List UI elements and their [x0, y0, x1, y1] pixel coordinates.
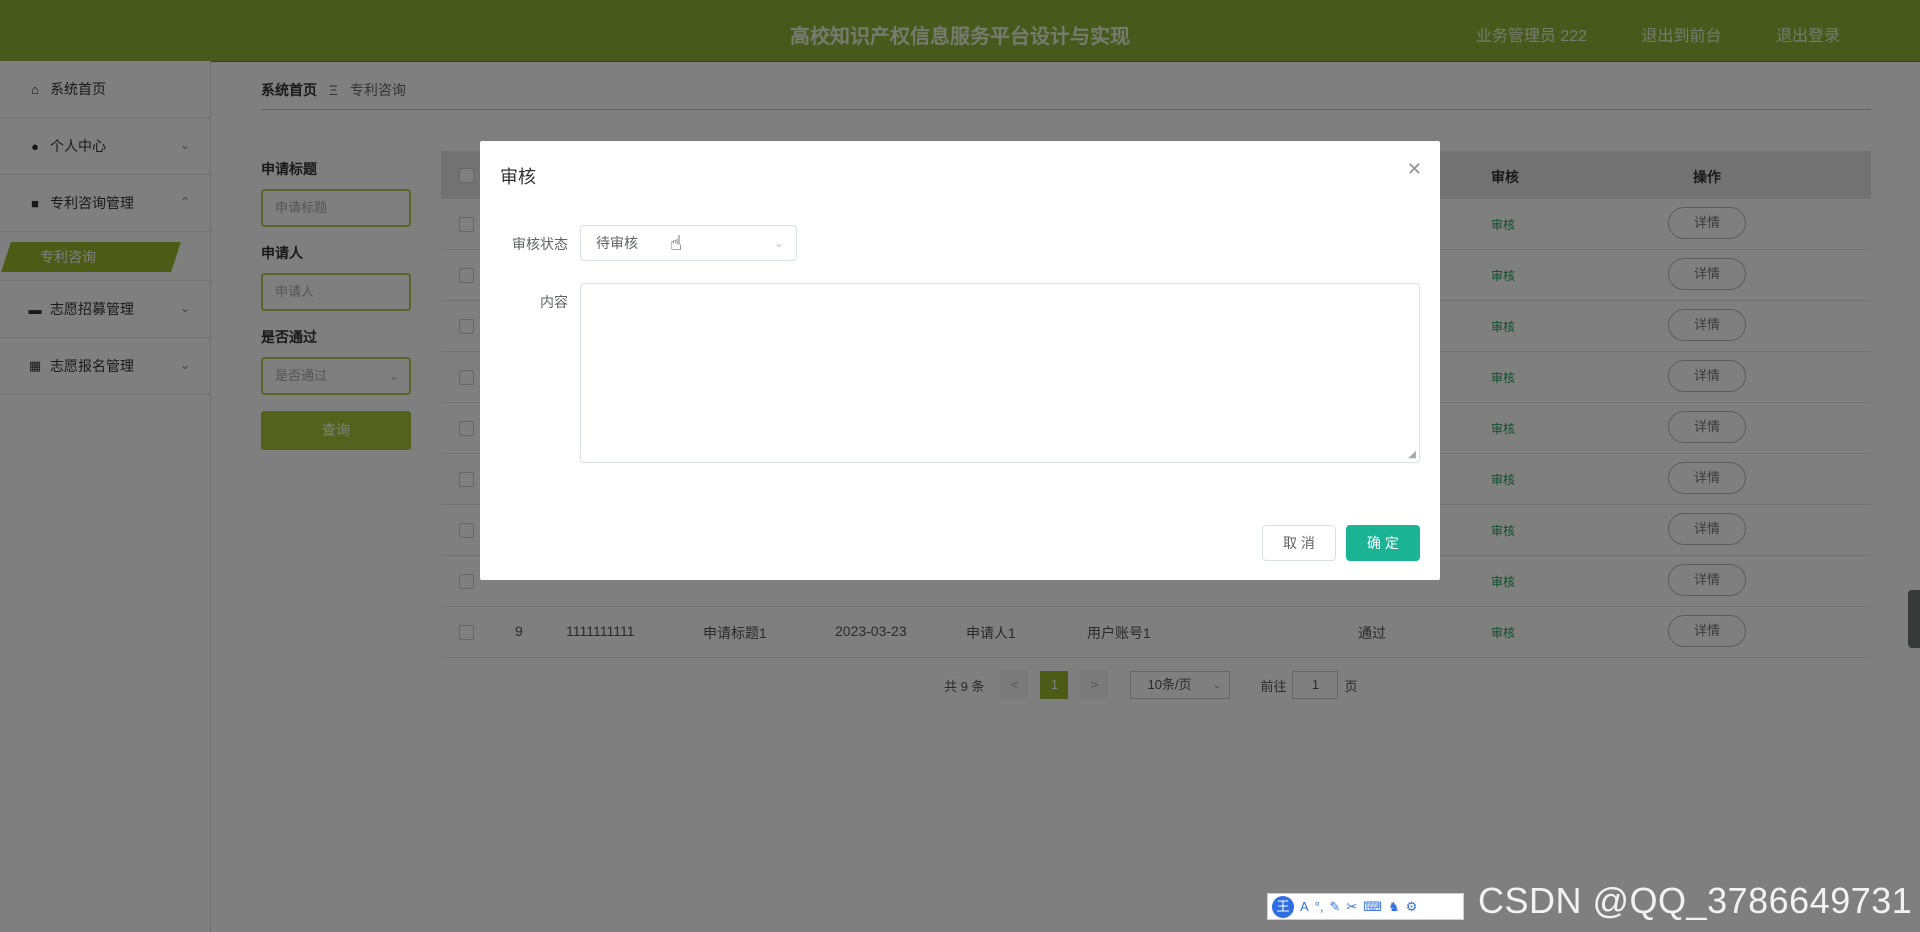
gear-icon[interactable]: ⚙	[1406, 899, 1418, 915]
content-textarea[interactable]: ◢	[580, 283, 1420, 463]
chevron-down-icon: ⌄	[773, 236, 784, 250]
watermark-text: CSDN @QQ_3786649731	[1478, 880, 1913, 921]
ime-logo-icon[interactable]: 王	[1272, 895, 1294, 918]
status-label: 审核状态	[512, 236, 568, 252]
resize-handle-icon[interactable]: ◢	[1408, 449, 1416, 460]
ime-letter-icon[interactable]: A	[1300, 899, 1309, 914]
audit-status-select[interactable]: 待审核 ⌄	[580, 225, 797, 261]
ime-toolbar: 王 A °, ✎ ✂ ⌨ ♞ ⚙	[1267, 893, 1464, 920]
hand-cursor-icon: ☝	[670, 233, 683, 255]
pen-icon[interactable]: ✎	[1329, 899, 1340, 915]
confirm-button[interactable]: 确 定	[1346, 525, 1420, 561]
dialog-title: 审核	[500, 167, 536, 187]
keyboard-icon[interactable]: ⌨	[1363, 899, 1382, 915]
close-icon[interactable]: ✕	[1407, 159, 1422, 180]
content-label: 内容	[540, 294, 568, 310]
audit-dialog: 审核 ✕ 审核状态 待审核 ⌄ ☝ 内容 ◢ 取 消 确 定	[480, 141, 1440, 580]
cancel-button[interactable]: 取 消	[1262, 525, 1336, 561]
audit-status-value: 待审核	[596, 235, 638, 251]
shirt-icon[interactable]: ♞	[1388, 899, 1400, 915]
scissors-icon[interactable]: ✂	[1346, 899, 1357, 915]
punctuation-icon[interactable]: °,	[1315, 899, 1324, 914]
